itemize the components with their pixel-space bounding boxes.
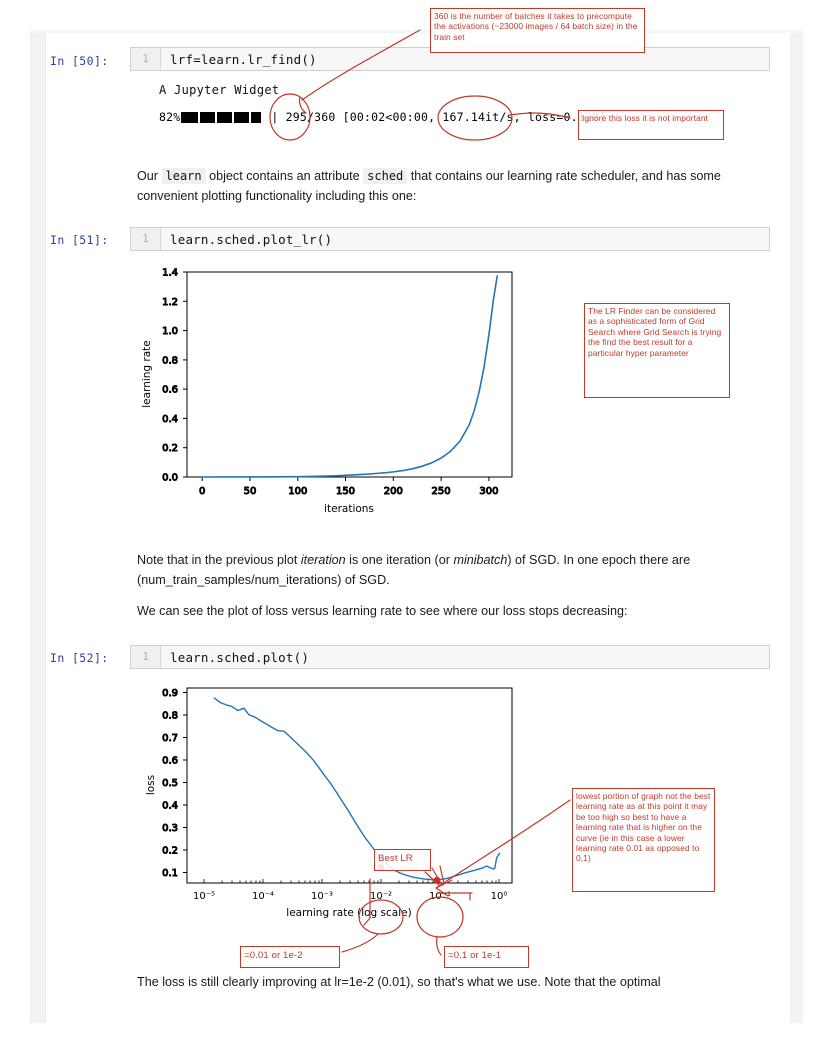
svg-text:0.5: 0.5 [162, 778, 178, 789]
svg-text:250: 250 [432, 486, 451, 497]
svg-text:10⁻³: 10⁻³ [311, 891, 333, 902]
para2-emphasis-minibatch: minibatch [453, 553, 508, 567]
svg-text:0.9: 0.9 [162, 688, 178, 699]
svg-text:learning rate (log scale): learning rate (log scale) [286, 907, 411, 919]
svg-text:10⁰: 10⁰ [491, 891, 508, 902]
lr-schedule-svg: 0.0 0.2 0.4 0.6 0.8 1.0 1.2 1.4 0 50 100… [141, 267, 513, 515]
annotation-ignore-loss: Ignore this loss it is not important [578, 110, 724, 140]
svg-text:0.4: 0.4 [162, 414, 178, 425]
jupyter-widget-placeholder: A Jupyter Widget [159, 83, 280, 97]
svg-text:0: 0 [199, 486, 205, 497]
cell-prompt-50: In [50]: [50, 54, 109, 68]
progress-percent: 82% [159, 110, 181, 124]
cell-prompt-51: In [51]: [50, 233, 109, 247]
svg-text:150: 150 [336, 486, 355, 497]
svg-text:10⁻⁵: 10⁻⁵ [193, 891, 215, 902]
svg-text:0.6: 0.6 [162, 756, 178, 767]
code-cell-52[interactable]: 1 learn.sched.plot() [130, 645, 770, 669]
svg-text:200: 200 [384, 486, 403, 497]
figure-loss-vs-learning-rate: 0.9 0.8 0.7 0.6 0.5 0.4 0.3 0.2 0.1 10⁻⁵… [132, 678, 552, 943]
code-line-number: 1 [131, 228, 161, 250]
para1-text-a: Our [137, 169, 162, 183]
svg-text:0.8: 0.8 [162, 355, 178, 366]
svg-text:0.8: 0.8 [162, 711, 178, 722]
page-left-gutter [30, 33, 46, 1023]
cell-prompt-52: In [52]: [50, 651, 109, 665]
annotation-lowest-portion: lowest portion of graph not the best lea… [572, 788, 715, 892]
lowest-point-marker [433, 876, 441, 884]
svg-text:0.3: 0.3 [162, 823, 178, 834]
svg-text:0.2: 0.2 [162, 846, 178, 857]
markdown-paragraph-2: Note that in the previous plot iteration… [137, 550, 762, 590]
svg-text:0.0: 0.0 [162, 473, 178, 484]
svg-text:0.6: 0.6 [162, 385, 178, 396]
para2-text-b: is one iteration (or [345, 553, 454, 567]
figure-learning-rate-schedule: 0.0 0.2 0.4 0.6 0.8 1.0 1.2 1.4 0 50 100… [132, 262, 552, 527]
annotation-batches-note: 360 is the number of batches it takes to… [430, 8, 645, 53]
svg-text:10⁻²: 10⁻² [370, 891, 392, 902]
svg-text:10⁻¹: 10⁻¹ [429, 891, 451, 902]
annotation-lr-1e1-label: =0.1 or 1e-1 [444, 946, 529, 968]
svg-text:1.4: 1.4 [162, 268, 178, 279]
loss-lr-svg: 0.9 0.8 0.7 0.6 0.5 0.4 0.3 0.2 0.1 10⁻⁵… [145, 687, 513, 919]
annotation-lr-1e2-label: =0.01 or 1e-2 [240, 946, 340, 968]
code-cell-50-source: lrf=learn.lr_find() [170, 51, 317, 67]
page-top-band [30, 30, 803, 33]
markdown-paragraph-1: Our learn object contains an attribute s… [137, 166, 762, 206]
code-line-number: 1 [131, 48, 161, 70]
code-cell-51[interactable]: 1 learn.sched.plot_lr() [130, 227, 770, 251]
page-right-gutter [790, 33, 803, 1023]
svg-text:1.0: 1.0 [162, 326, 178, 337]
svg-text:loss: loss [145, 775, 157, 795]
markdown-paragraph-4: The loss is still clearly improving at l… [137, 975, 661, 989]
notebook-page: In [50]: 1 lrf=learn.lr_find() A Jupyter… [0, 0, 816, 1056]
markdown-paragraph-3: We can see the plot of loss versus learn… [137, 604, 628, 618]
annotation-best-lr-label: Best LR [374, 849, 431, 871]
svg-text:300: 300 [479, 486, 498, 497]
progress-detail: | 295/360 [00:02<00:00, 167.14it/s, loss… [271, 110, 607, 124]
svg-text:50: 50 [244, 486, 257, 497]
svg-text:0.2: 0.2 [162, 443, 178, 454]
annotation-lr-finder: The LR Finder can be considered as a sop… [584, 303, 730, 398]
svg-text:100: 100 [288, 486, 307, 497]
code-cell-52-source: learn.sched.plot() [170, 649, 310, 665]
code-cell-51-source: learn.sched.plot_lr() [170, 231, 333, 247]
svg-text:10⁻⁴: 10⁻⁴ [252, 891, 274, 902]
svg-text:learning rate: learning rate [141, 340, 153, 408]
para2-emphasis-iteration: iteration [300, 553, 346, 567]
code-line-number: 1 [131, 646, 161, 668]
progress-output: 82% | 295/360 [00:02<00:00, 167.14it/s, … [159, 110, 606, 124]
svg-text:0.7: 0.7 [162, 733, 178, 744]
para1-text-b: object contains an attribute [205, 169, 364, 183]
svg-text:0.4: 0.4 [162, 801, 178, 812]
inline-code-learn: learn [161, 168, 206, 184]
svg-text:1.2: 1.2 [162, 297, 178, 308]
progress-bar [181, 111, 262, 123]
svg-text:iterations: iterations [324, 503, 374, 515]
inline-code-sched: sched [363, 168, 408, 184]
svg-text:0.1: 0.1 [162, 868, 178, 879]
para2-text-a: Note that in the previous plot [137, 553, 301, 567]
